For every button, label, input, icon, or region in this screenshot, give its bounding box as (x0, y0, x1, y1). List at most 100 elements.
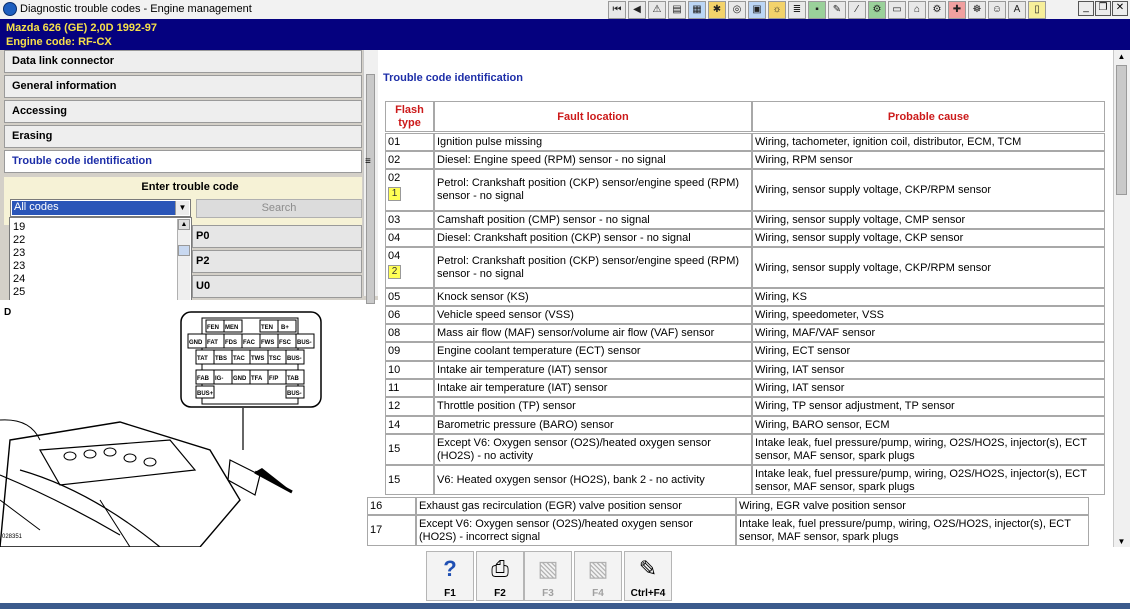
tools-icon[interactable]: ✱ (708, 1, 726, 19)
person-icon[interactable]: ☺ (988, 1, 1006, 19)
cell-code: 03 (385, 211, 434, 229)
help-icon: ? (443, 556, 457, 581)
cell-cause: Intake leak, fuel pressure/pump, wiring,… (752, 465, 1105, 495)
svg-text:TEN: TEN (261, 325, 273, 331)
svg-text:FAT: FAT (207, 340, 218, 346)
help-button[interactable]: ? F1 (426, 551, 474, 601)
left-scrollbar[interactable] (363, 50, 378, 304)
dropdown-option[interactable]: 24 (13, 273, 25, 285)
cell-code: 16 (367, 497, 416, 515)
first-page-icon[interactable]: ⏮ (608, 1, 626, 19)
cell-fault: Petrol: Crankshaft position (CKP) sensor… (434, 169, 752, 211)
cell-cause: Intake leak, fuel pressure/pump, wiring,… (736, 515, 1089, 546)
wheel-icon[interactable]: ◎ (728, 1, 746, 19)
warning-icon[interactable]: ⚠ (648, 1, 666, 19)
svg-text:TFA: TFA (251, 376, 263, 382)
scroll-thumb[interactable] (1116, 65, 1127, 195)
cell-fault: Knock sensor (KS) (434, 288, 752, 306)
chevron-down-icon[interactable]: ▼ (175, 201, 189, 215)
cell-fault: Exhaust gas recirculation (EGR) valve po… (416, 497, 736, 515)
flag-badge[interactable]: 2 (388, 265, 401, 279)
print-preview-button[interactable]: ▧ F3 (524, 551, 572, 601)
cell-cause: Wiring, TP sensor adjustment, TP sensor (752, 397, 1105, 416)
image-icon[interactable]: ▦ (688, 1, 706, 19)
cell-fault: Mass air flow (MAF) sensor/volume air fl… (434, 324, 752, 342)
dropdown-option[interactable]: 23 (13, 260, 25, 272)
figure-marker: D (4, 307, 12, 318)
tool-icon[interactable]: ✎ (828, 1, 846, 19)
cell-fault: Engine coolant temperature (ECT) sensor (434, 342, 752, 361)
cell-code: 11 (385, 379, 434, 397)
alert-icon[interactable]: ✚ (948, 1, 966, 19)
code-select-value: All codes (12, 201, 176, 215)
blank-icon[interactable]: ▭ (888, 1, 906, 19)
cell-code: 04 2 (385, 247, 434, 288)
svg-text:TSC: TSC (269, 356, 282, 362)
fkey-label: F2 (494, 588, 506, 599)
svg-text:FDS: FDS (225, 340, 237, 346)
settings-icon[interactable]: ☸ (968, 1, 986, 19)
brush-icon[interactable]: ⁄ (848, 1, 866, 19)
svg-text:FEN: FEN (207, 325, 219, 331)
document-icon[interactable]: ▤ (668, 1, 686, 19)
connector-diagram: FEN MEN TEN B+ GND FAT FDS FAC FWS FSC B… (0, 300, 358, 547)
prefix-row[interactable]: P2 (192, 250, 362, 273)
scroll-thumb[interactable] (178, 245, 190, 256)
cell-code: 17 (367, 515, 416, 546)
cell-cause: Wiring, KS (752, 288, 1105, 306)
scroll-thumb[interactable] (366, 74, 375, 304)
cell-code-value: 02 (388, 172, 401, 184)
nav-data-link-connector[interactable]: Data link connector (4, 50, 362, 73)
prefix-row[interactable]: U0 (192, 275, 362, 298)
engine-bay-illustration: FEN MEN TEN B+ GND FAT FDS FAC FWS FSC B… (0, 311, 322, 547)
diagram-icon[interactable]: ▣ (748, 1, 766, 19)
engine-icon[interactable]: ⚙ (868, 1, 886, 19)
cell-cause: Wiring, speedometer, VSS (752, 306, 1105, 324)
nav-erasing[interactable]: Erasing (4, 125, 362, 148)
dropdown-option[interactable]: 23 (13, 247, 25, 259)
cell-cause: Wiring, IAT sensor (752, 361, 1105, 379)
flag-badge[interactable]: 1 (388, 187, 401, 201)
cell-code: 01 (385, 133, 434, 151)
cell-code: 15 (385, 434, 434, 465)
collapse-icon[interactable]: ≡ (365, 156, 371, 167)
close-icon[interactable]: ✕ (1112, 1, 1128, 16)
dropdown-option[interactable]: 25 (13, 286, 25, 298)
notes-button[interactable]: ✎ Ctrl+F4 (624, 551, 672, 601)
save-icon[interactable]: ▪ (808, 1, 826, 19)
svg-text:F/P: F/P (269, 376, 278, 382)
print-preview-button-2[interactable]: ▧ F4 (574, 551, 622, 601)
content-scrollbar[interactable]: ▲ ▼ (1113, 50, 1130, 550)
text-icon[interactable]: A (1008, 1, 1026, 19)
lamp-icon[interactable]: ☼ (768, 1, 786, 19)
code-select[interactable]: All codes ▼ (10, 199, 191, 217)
dropdown-option[interactable]: 22 (13, 234, 25, 246)
cell-code-value: 04 (388, 250, 401, 262)
search-button[interactable]: Search (196, 199, 362, 218)
scroll-up-icon[interactable]: ▲ (1115, 51, 1128, 63)
minimize-icon[interactable]: _ (1078, 1, 1094, 16)
list-icon[interactable]: ≣ (788, 1, 806, 19)
enter-code-label: Enter trouble code (141, 181, 239, 193)
note-icon[interactable]: ▯ (1028, 1, 1046, 19)
prefix-row[interactable]: P0 (192, 225, 362, 248)
svg-text:FAB: FAB (197, 376, 210, 382)
nav-trouble-code-identification[interactable]: Trouble code identification (4, 150, 362, 173)
cell-fault: Barometric pressure (BARO) sensor (434, 416, 752, 434)
header-flash-type: Flash type (385, 101, 434, 132)
print-preview-icon: ▧ (587, 556, 609, 581)
nav-accessing[interactable]: Accessing (4, 100, 362, 123)
print-button[interactable]: ⎙ F2 (476, 551, 524, 601)
cell-cause: Wiring, ECT sensor (752, 342, 1105, 361)
nav-general-information[interactable]: General information (4, 75, 362, 98)
gear-icon[interactable]: ⚙ (928, 1, 946, 19)
car-icon[interactable]: ⌂ (908, 1, 926, 19)
restore-icon[interactable]: ❐ (1095, 1, 1111, 16)
previous-page-icon[interactable]: ◀ (628, 1, 646, 19)
cell-fault: Throttle position (TP) sensor (434, 397, 752, 416)
scroll-up-icon[interactable]: ▲ (178, 219, 190, 230)
svg-text:MEN: MEN (225, 325, 238, 331)
cell-fault: Except V6: Oxygen sensor (O2S)/heated ox… (416, 515, 736, 546)
dropdown-option[interactable]: 19 (13, 221, 25, 233)
fkey-label: Ctrl+F4 (630, 588, 666, 599)
